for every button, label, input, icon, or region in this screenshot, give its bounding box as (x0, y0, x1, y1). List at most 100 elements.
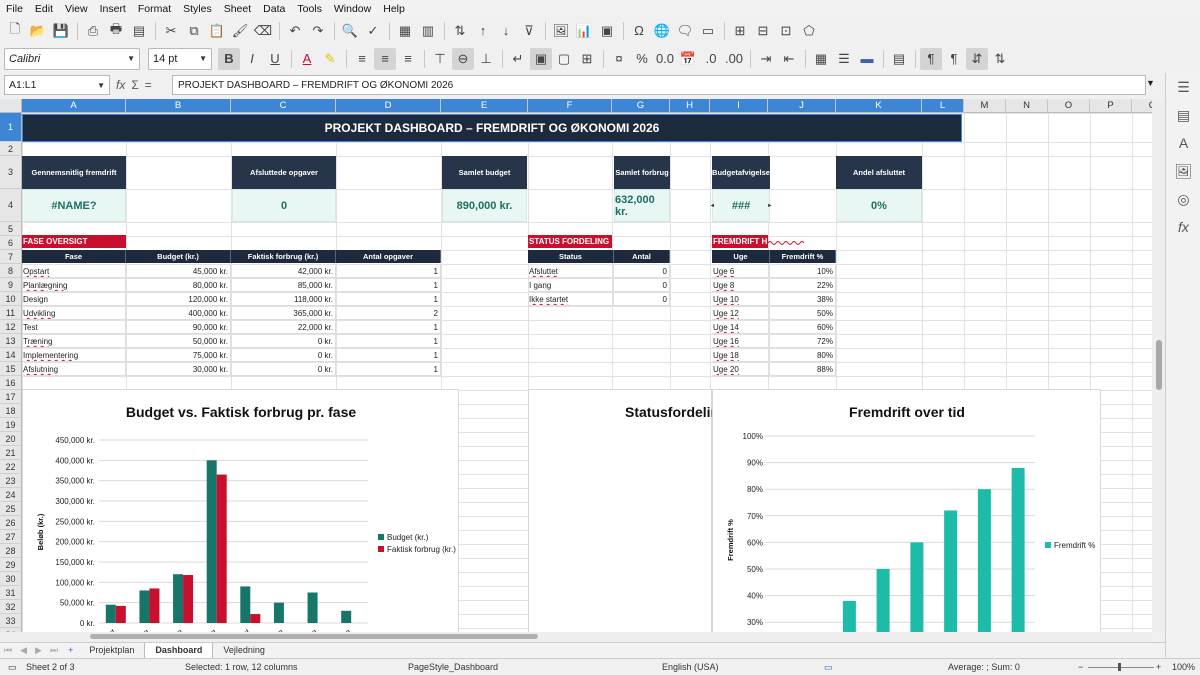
cut-icon[interactable]: ✂ (160, 20, 182, 42)
table-cell[interactable]: Uge 18 (712, 349, 770, 362)
table-cell[interactable]: 400,000 kr. (126, 307, 231, 320)
row-header[interactable]: 1 (0, 113, 22, 142)
table-cell[interactable]: Uge 12 (712, 307, 770, 320)
text-direction-rtl-icon[interactable]: ¶ (943, 48, 965, 70)
save-icon[interactable]: 💾 (50, 20, 72, 42)
merge-center-icon[interactable]: ▣ (530, 47, 552, 70)
export-pdf-icon[interactable]: ⎙ (82, 20, 104, 42)
menu-window[interactable]: Window (328, 3, 377, 15)
row-header[interactable]: 12 (0, 320, 22, 334)
function-wizard-icon[interactable]: fx (116, 78, 125, 92)
row-header[interactable]: 27 (0, 530, 22, 544)
table-cell[interactable]: 88% (770, 363, 836, 376)
page-style[interactable]: PageStyle_Dashboard (408, 662, 498, 672)
row-header[interactable]: 15 (0, 362, 22, 376)
selection-mode-icon[interactable]: ▭ (824, 662, 833, 673)
new-document-icon[interactable]: 🗋 (4, 20, 26, 42)
table-cell[interactable]: Design (22, 293, 126, 306)
kpi-value[interactable]: ◂ ### ▸ (711, 189, 771, 222)
table-header[interactable]: Budget (kr.) (126, 250, 231, 263)
autofilter-icon[interactable]: ⊽ (518, 20, 540, 42)
table-header[interactable]: Uge (712, 250, 770, 263)
table-header[interactable]: Antal (614, 250, 670, 263)
table-cell[interactable]: Uge 8 (712, 279, 770, 292)
align-center-icon[interactable]: ≡ (374, 47, 396, 70)
equals-icon[interactable]: = (145, 78, 152, 92)
increase-indent-icon[interactable]: ⇥ (755, 48, 777, 70)
table-cell[interactable]: 0 kr. (231, 349, 336, 362)
currency-format-icon[interactable]: ¤ (608, 48, 630, 70)
menu-tools[interactable]: Tools (291, 3, 328, 15)
column-header[interactable]: A (22, 99, 126, 113)
insert-chart-icon[interactable]: 📊 (573, 20, 595, 42)
table-cell[interactable]: 85,000 kr. (231, 279, 336, 292)
border-style-icon[interactable]: ☰ (833, 48, 855, 70)
copy-icon[interactable]: ⧉ (183, 20, 205, 42)
table-cell[interactable]: Udvikling (22, 307, 126, 320)
column-header[interactable]: P (1090, 99, 1132, 113)
table-cell[interactable]: 50,000 kr. (126, 335, 231, 348)
row-header[interactable]: 18 (0, 404, 22, 418)
zoom-out-icon[interactable]: − (1078, 662, 1083, 672)
sidebar-menu-icon[interactable]: ☰ (1166, 73, 1200, 101)
table-cell[interactable]: Uge 20 (712, 363, 770, 376)
status-section-title[interactable]: STATUS FORDELING (528, 235, 612, 248)
kpi-value[interactable]: #NAME? (22, 189, 126, 222)
zoom-slider[interactable] (1088, 667, 1154, 668)
menu-edit[interactable]: Edit (29, 3, 59, 15)
table-cell[interactable]: 50% (770, 307, 836, 320)
table-cell[interactable]: 0 (614, 279, 670, 292)
table-cell[interactable]: Planlægning (22, 279, 126, 292)
kpi-value[interactable]: 0% (836, 189, 922, 222)
column-header[interactable]: Q (1132, 99, 1152, 113)
row-header[interactable]: 6 (0, 236, 22, 250)
row-header[interactable]: 25 (0, 502, 22, 516)
status-chart[interactable]: Statusfordelin (528, 389, 719, 632)
table-cell[interactable]: 75,000 kr. (126, 349, 231, 362)
table-cell[interactable]: 22,000 kr. (231, 321, 336, 334)
add-sheet-icon[interactable]: + (62, 643, 79, 658)
column-header[interactable]: K (836, 99, 922, 113)
table-cell[interactable]: Afslutning (22, 363, 126, 376)
percent-format-icon[interactable]: % (631, 48, 653, 70)
row-header[interactable]: 4 (0, 189, 22, 222)
table-cell[interactable]: 1 (336, 293, 441, 306)
table-header[interactable]: Fase (22, 250, 126, 263)
last-sheet-icon[interactable]: ⏭ (46, 643, 62, 658)
row-header[interactable]: 10 (0, 292, 22, 306)
sum-icon[interactable]: Σ (131, 78, 138, 92)
table-cell[interactable]: Afsluttet (528, 265, 614, 278)
kpi-label[interactable]: Afsluttede opgaver (232, 156, 336, 189)
kpi-label[interactable]: Samlet forbrug (614, 156, 670, 189)
print-preview-icon[interactable]: ▤ (128, 20, 150, 42)
define-print-area-icon[interactable]: ⊞ (729, 20, 751, 42)
table-cell[interactable]: 10% (770, 265, 836, 278)
redo-icon[interactable]: ↷ (307, 20, 329, 42)
table-cell[interactable]: 42,000 kr. (231, 265, 336, 278)
number-format-icon[interactable]: 0.0 (654, 48, 676, 70)
table-cell[interactable]: 72% (770, 335, 836, 348)
header-footer-icon[interactable]: ▭ (697, 20, 719, 42)
text-orientation-icon[interactable]: ⇅ (989, 48, 1011, 70)
align-left-icon[interactable]: ≡ (351, 48, 373, 70)
row-header[interactable]: 23 (0, 474, 22, 488)
progress-chart[interactable]: Fremdrift over tid 100% 90% 80% 70% 60% 50% 40%… (712, 389, 1101, 632)
column-icon[interactable]: ▥ (417, 20, 439, 42)
font-color-icon[interactable]: A (296, 48, 318, 70)
table-cell[interactable]: Uge 6 (712, 265, 770, 278)
date-format-icon[interactable]: 📅 (677, 48, 699, 70)
undo-icon[interactable]: ↶ (284, 20, 306, 42)
row-header[interactable]: 28 (0, 544, 22, 558)
zoom-slider-handle[interactable] (1118, 663, 1121, 671)
row-header[interactable]: 14 (0, 348, 22, 362)
vertical-text-icon[interactable]: ⇵ (966, 47, 988, 70)
table-cell[interactable]: 0 (614, 265, 670, 278)
table-cell[interactable]: 1 (336, 363, 441, 376)
table-cell[interactable]: 60% (770, 321, 836, 334)
table-cell[interactable]: 80,000 kr. (126, 279, 231, 292)
merge-cells-icon[interactable]: ⊞ (576, 48, 598, 70)
align-bottom-icon[interactable]: ⊥ (475, 48, 497, 70)
tab-projektplan[interactable]: Projektplan (79, 643, 144, 658)
functions-icon[interactable]: fx (1166, 213, 1200, 241)
table-cell[interactable]: 38% (770, 293, 836, 306)
